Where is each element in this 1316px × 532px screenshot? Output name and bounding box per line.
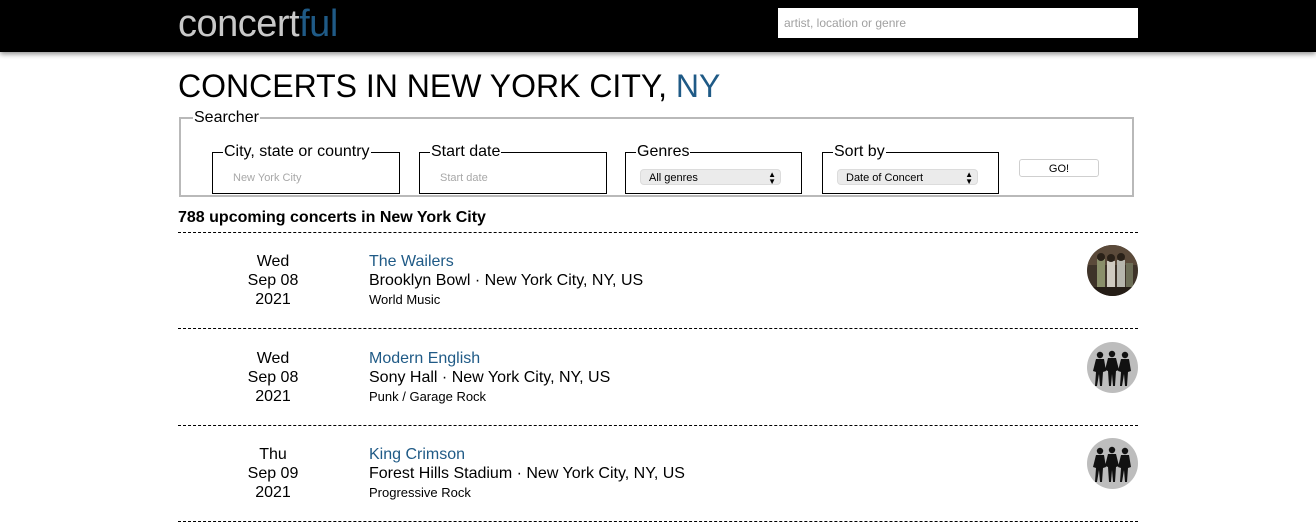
concert-date: Thu Sep 09 2021 — [233, 445, 313, 502]
artist-link[interactable]: Modern English — [369, 349, 1009, 368]
city-label: City, state or country — [224, 143, 370, 160]
searcher-legend: Searcher — [194, 109, 259, 126]
divider — [178, 425, 1138, 426]
divider — [178, 328, 1138, 329]
sort-select[interactable]: Date of Concert ▲ ▼ — [837, 169, 978, 186]
concert-info: The Wailers Brooklyn Bowl · New York Cit… — [369, 252, 1009, 309]
search-input[interactable] — [778, 8, 1138, 38]
city-fieldset: City, state or country — [212, 144, 400, 194]
sort-fieldset: Sort by Date of Concert ▲ ▼ — [822, 144, 999, 194]
band-silhouette-icon[interactable] — [1087, 438, 1138, 489]
start-date-label: Start date — [431, 143, 501, 160]
concert-genre: Progressive Rock — [369, 485, 471, 500]
genres-select[interactable]: All genres ▲ ▼ — [640, 169, 781, 186]
concert-year: 2021 — [255, 291, 291, 308]
top-bar: concertful — [0, 0, 1316, 52]
page-title-city: CONCERTS IN NEW YORK CITY, — [178, 68, 676, 104]
venue-location: Forest Hills Stadium · New York City, NY… — [369, 465, 685, 482]
concert-item: Wed Sep 08 2021 The Wailers Brooklyn Bow… — [178, 245, 1138, 316]
concert-month-day: Sep 09 — [247, 465, 299, 482]
artist-photo[interactable] — [1087, 245, 1138, 296]
concert-date: Wed Sep 08 2021 — [233, 252, 313, 309]
start-date-fieldset: Start date — [419, 144, 607, 194]
concert-year: 2021 — [255, 388, 291, 405]
results-count: 788 upcoming concerts in New York City — [178, 209, 486, 226]
searcher-panel: Searcher City, state or country Start da… — [179, 110, 1134, 197]
concert-date: Wed Sep 08 2021 — [233, 349, 313, 406]
sort-label: Sort by — [834, 143, 885, 160]
divider — [178, 232, 1138, 233]
start-date-input[interactable] — [440, 172, 590, 184]
band-silhouette-icon[interactable] — [1087, 342, 1138, 393]
logo-text-ful: ful — [299, 3, 338, 45]
concert-info: King Crimson Forest Hills Stadium · New … — [369, 445, 1009, 502]
concert-year: 2021 — [255, 484, 291, 501]
genres-label: Genres — [637, 143, 690, 160]
concert-month-day: Sep 08 — [247, 272, 299, 289]
concert-day: Thu — [259, 446, 287, 463]
concert-day: Wed — [256, 253, 290, 270]
concert-info: Modern English Sony Hall · New York City… — [369, 349, 1009, 406]
concert-genre: Punk / Garage Rock — [369, 389, 487, 404]
concert-genre: World Music — [369, 292, 441, 307]
sort-selected-value: Date of Concert — [846, 172, 924, 184]
divider — [178, 521, 1138, 522]
concert-day: Wed — [256, 350, 290, 367]
concert-item: Thu Sep 09 2021 King Crimson Forest Hill… — [178, 438, 1138, 509]
artist-link[interactable]: The Wailers — [369, 252, 1009, 271]
select-arrows-icon: ▲ ▼ — [965, 170, 973, 186]
page-title-state: NY — [675, 68, 721, 104]
genres-selected-value: All genres — [649, 172, 698, 184]
venue-location: Brooklyn Bowl · New York City, NY, US — [369, 272, 644, 289]
artist-link[interactable]: King Crimson — [369, 445, 1009, 464]
select-arrows-icon: ▲ ▼ — [768, 170, 776, 186]
city-input[interactable] — [233, 172, 383, 184]
site-logo[interactable]: concertful — [178, 2, 338, 46]
go-button[interactable]: GO! — [1019, 159, 1099, 177]
venue-location: Sony Hall · New York City, NY, US — [369, 369, 611, 386]
concert-item: Wed Sep 08 2021 Modern English Sony Hall… — [178, 342, 1138, 413]
genres-fieldset: Genres All genres ▲ ▼ — [625, 144, 802, 194]
page-title: CONCERTS IN NEW YORK CITY, NY — [178, 66, 720, 106]
logo-text-concert: concert — [178, 3, 300, 45]
concert-month-day: Sep 08 — [247, 369, 299, 386]
